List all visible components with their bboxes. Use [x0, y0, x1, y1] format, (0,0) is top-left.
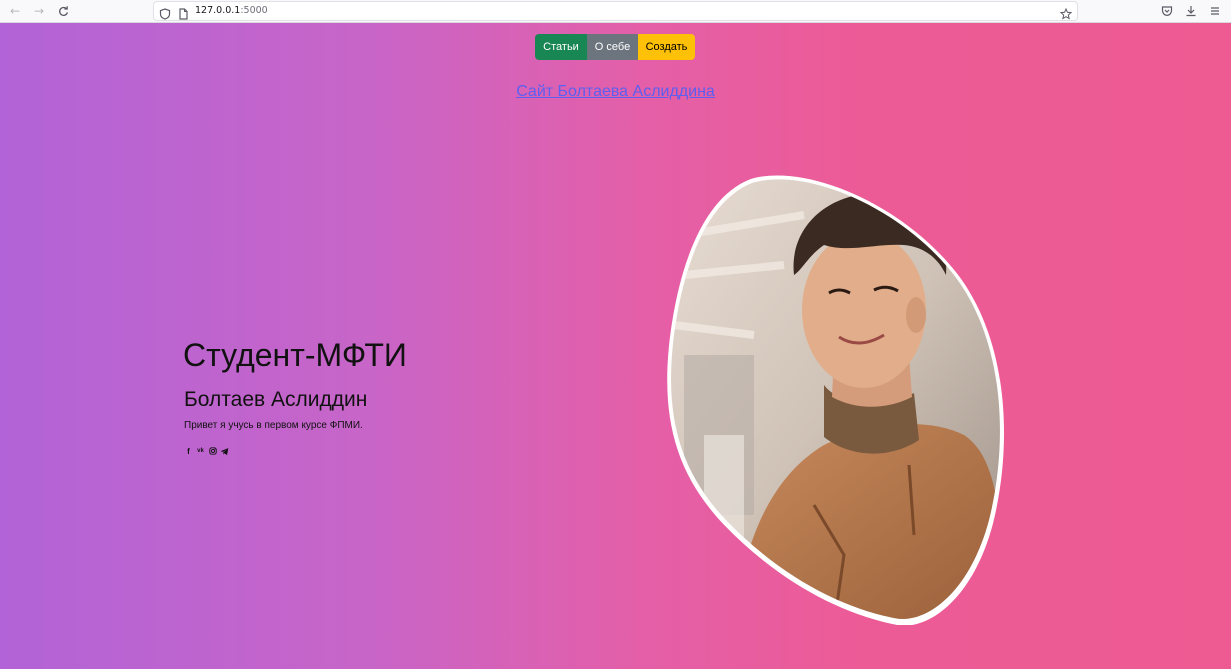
hero-title: Студент-МФТИ	[183, 337, 407, 373]
page-body: Статьи О себе Создать Сайт Болтаева Асли…	[0, 23, 1231, 669]
reload-icon[interactable]	[54, 2, 72, 20]
browser-toolbar: ← → 127.0.0.1:5000	[0, 0, 1231, 23]
download-icon[interactable]	[1182, 2, 1200, 20]
facebook-icon[interactable]: f	[184, 447, 193, 456]
url-text: 127.0.0.1:5000	[195, 5, 268, 16]
address-bar[interactable]: 127.0.0.1:5000	[153, 1, 1078, 21]
site-title-link: Сайт Болтаева Аслиддина	[0, 83, 1231, 101]
vk-icon[interactable]: vk	[196, 447, 205, 456]
portrait-photo	[671, 179, 1000, 619]
create-button[interactable]: Создать	[638, 34, 695, 60]
articles-button[interactable]: Статьи	[535, 34, 587, 60]
instagram-icon[interactable]	[208, 447, 217, 456]
star-icon[interactable]	[1059, 5, 1073, 20]
site-link[interactable]: Сайт Болтаева Аслиддина	[516, 83, 715, 100]
hero-name: Болтаев Аслиддин	[184, 388, 368, 411]
url-port: :5000	[240, 5, 268, 16]
back-arrow-icon[interactable]: ←	[6, 2, 24, 20]
menu-icon[interactable]	[1206, 2, 1224, 20]
shield-icon[interactable]	[159, 5, 171, 20]
telegram-icon[interactable]	[220, 447, 229, 456]
forward-arrow-icon[interactable]: →	[30, 2, 48, 20]
nav-button-group: Статьи О себе Создать	[535, 34, 695, 60]
about-button[interactable]: О себе	[587, 34, 638, 60]
portrait-image	[667, 175, 1005, 625]
pocket-icon[interactable]	[1158, 2, 1176, 20]
page-icon	[177, 5, 189, 20]
url-host: 127.0.0.1	[195, 5, 241, 16]
social-links: f vk	[184, 446, 229, 456]
hero-description: Привет я учусь в первом курсе ФПМИ.	[184, 420, 363, 431]
